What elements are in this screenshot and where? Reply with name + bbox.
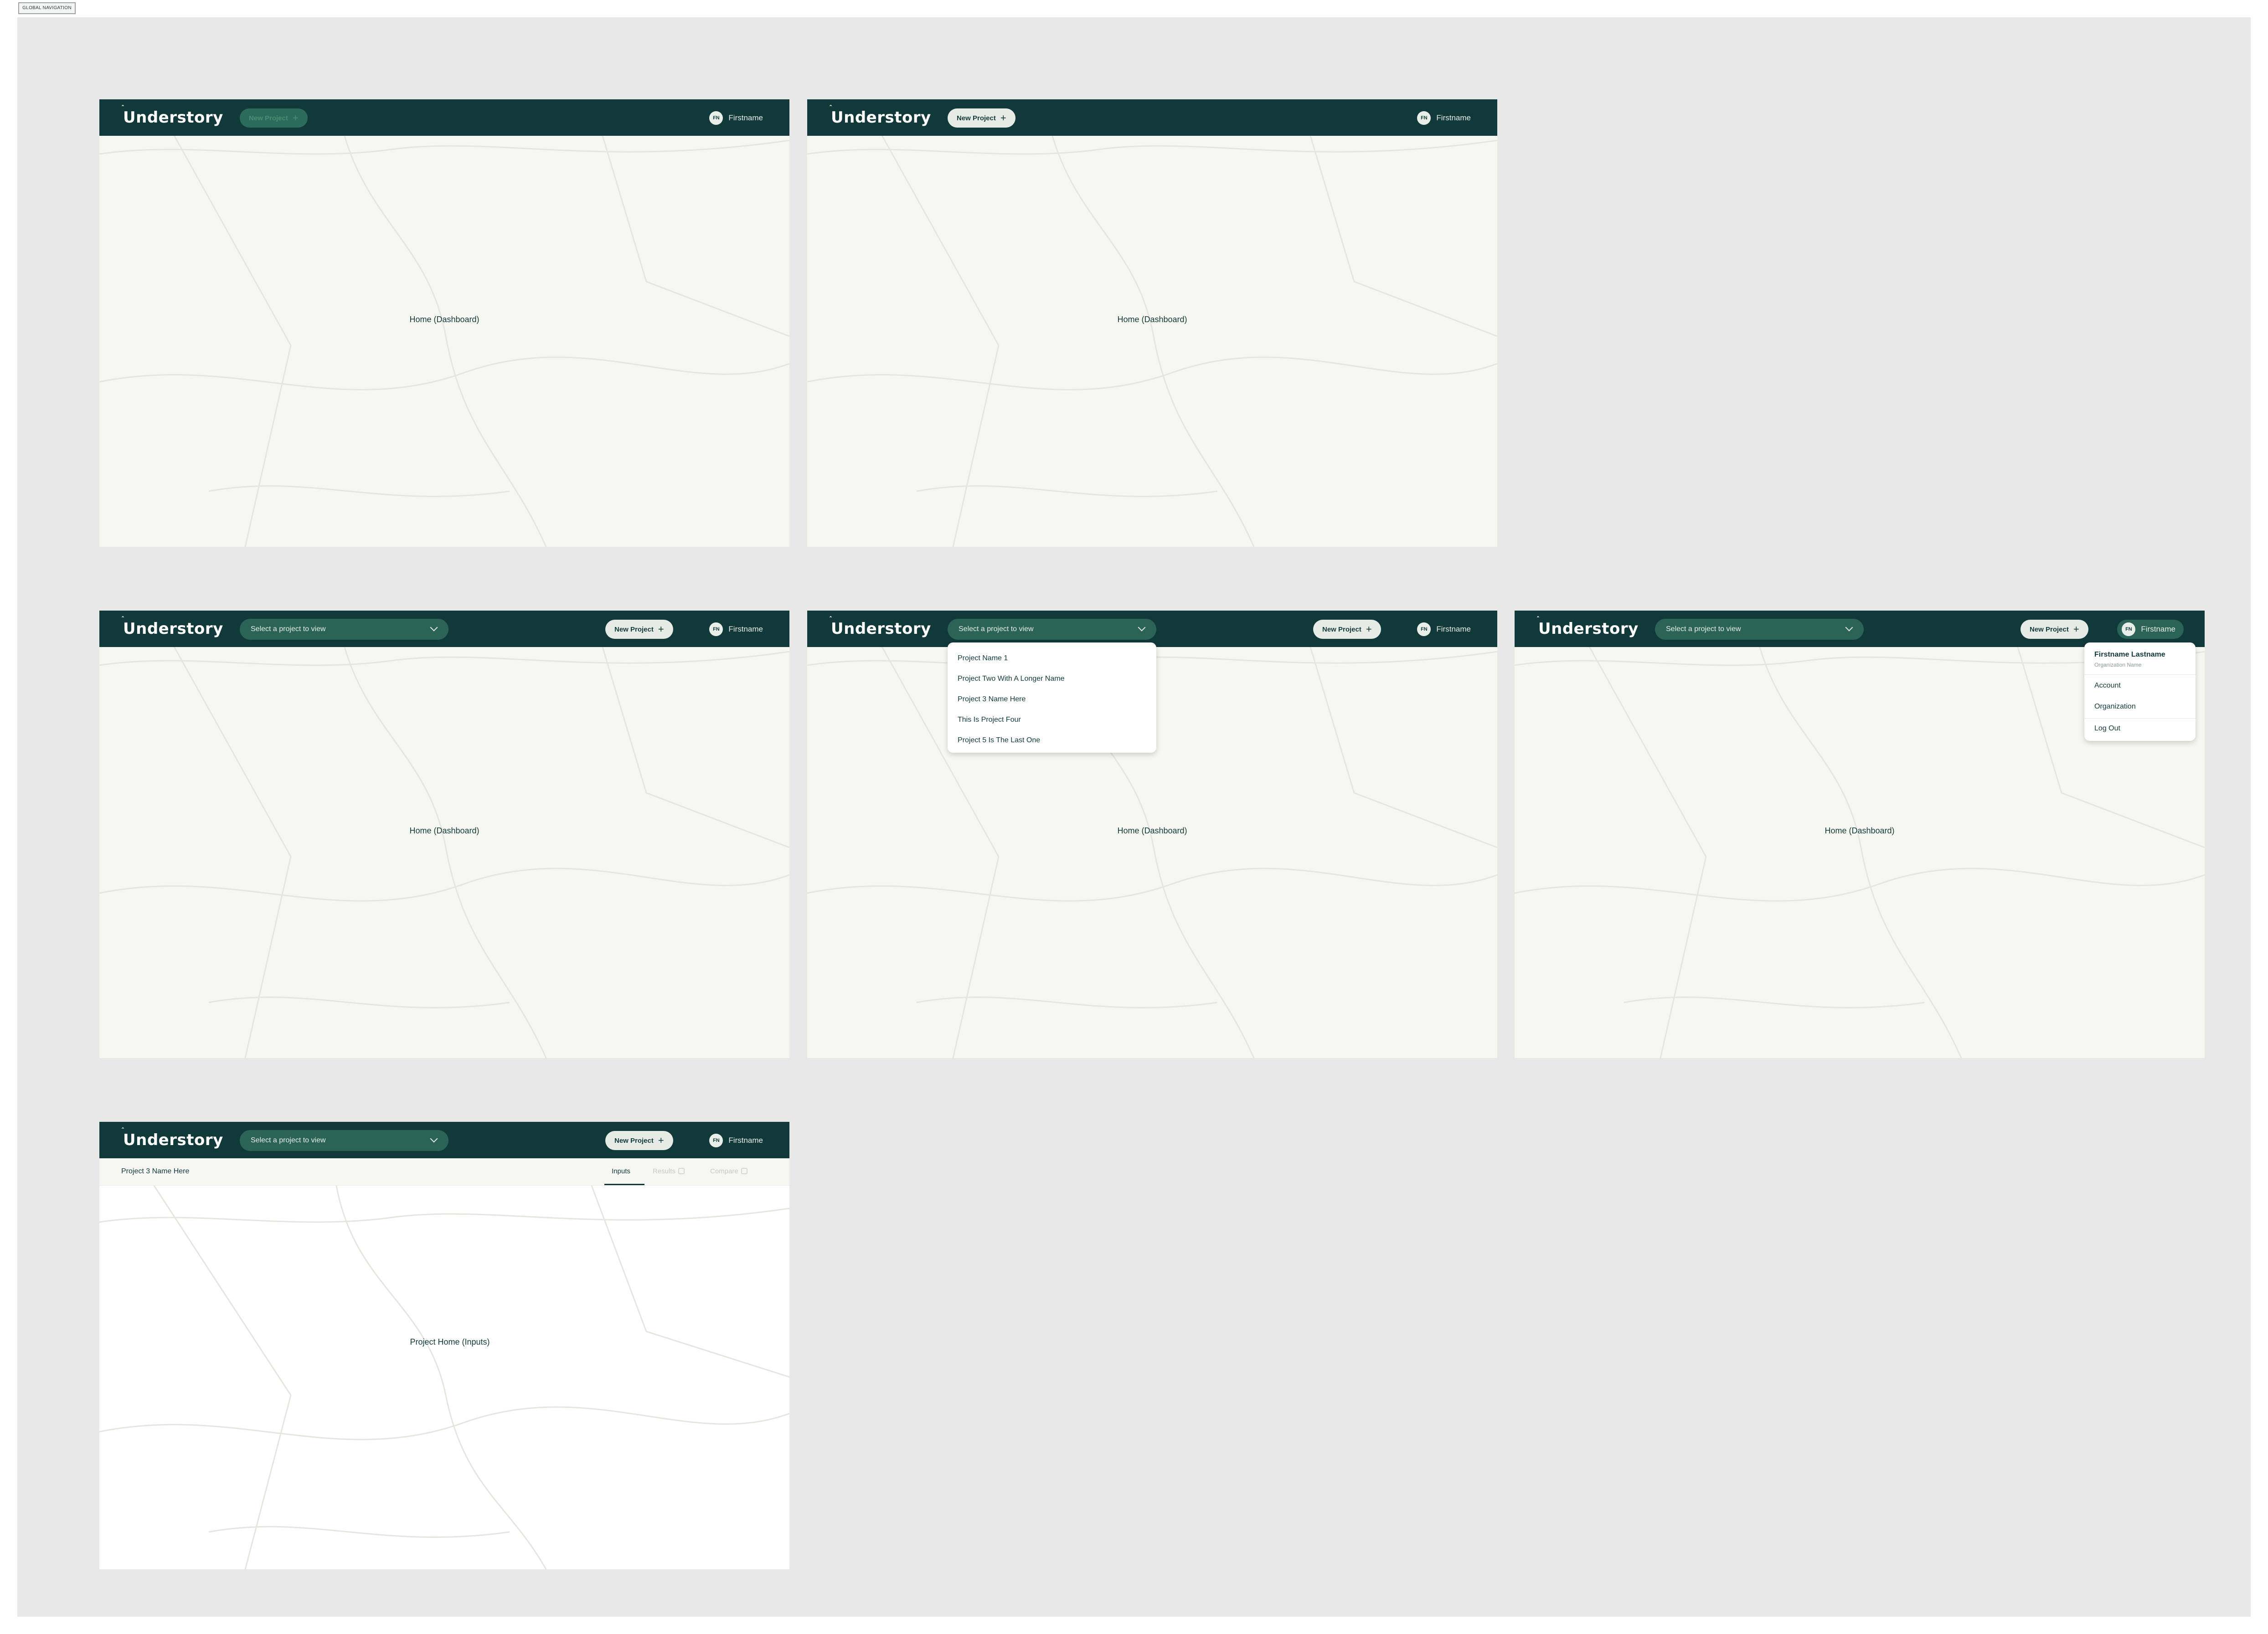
menu-item-account[interactable]: Account: [2094, 682, 2121, 690]
page-placeholder-label: Home (Dashboard): [409, 826, 479, 835]
project-option[interactable]: Project Two With A Longer Name: [948, 668, 1156, 689]
sprout-icon: ˆ: [121, 105, 125, 112]
project-select[interactable]: Select a project to view: [1655, 619, 1864, 640]
user-menu-trigger[interactable]: FN Firstname: [1417, 108, 1471, 128]
brand-logo[interactable]: ˆ Understory: [121, 616, 223, 638]
sprout-icon: ˆ: [1536, 616, 1540, 623]
new-project-button[interactable]: New Project +: [605, 620, 673, 639]
frame-label: GLOBAL NAVIGATION: [18, 2, 76, 14]
top-navigation: ˆ Understory Select a project to view New…: [99, 1122, 789, 1158]
plus-icon: +: [2073, 623, 2079, 635]
tab-results[interactable]: Results: [653, 1167, 685, 1175]
active-tab-indicator: [604, 1184, 644, 1185]
user-menu-trigger[interactable]: FN Firstname: [709, 1131, 763, 1150]
brand-logo[interactable]: ˆ Understory: [829, 616, 931, 638]
design-canvas: ˆ Understory New Project + FN Firstname Hom…: [17, 17, 2251, 1617]
page-placeholder-label: Home (Dashboard): [1117, 315, 1187, 324]
project-select[interactable]: Select a project to view: [240, 1130, 448, 1151]
project-dropdown-menu: Project Name 1 Project Two With A Longer…: [948, 642, 1156, 753]
plus-icon: +: [1000, 112, 1006, 123]
tab-compare[interactable]: Compare: [710, 1167, 747, 1175]
project-option[interactable]: Project 3 Name Here: [948, 689, 1156, 709]
top-navigation: ˆ Understory Select a project to view New…: [1515, 611, 2205, 647]
new-project-button[interactable]: New Project +: [2021, 620, 2088, 639]
top-navigation: ˆ Understory Select a project to view New…: [99, 611, 789, 647]
page-placeholder-label: Home (Dashboard): [1117, 826, 1187, 835]
chevron-down-icon: [1138, 623, 1146, 632]
avatar: FN: [709, 622, 723, 636]
screen-home-new-project: ˆ Understory New Project + FN Firstname Hom…: [807, 99, 1497, 547]
avatar: FN: [1417, 622, 1431, 636]
brand-logo[interactable]: ˆ Understory: [1536, 616, 1639, 638]
new-project-button[interactable]: New Project +: [948, 108, 1015, 128]
avatar: FN: [709, 111, 723, 125]
project-option[interactable]: Project Name 1: [948, 648, 1156, 668]
chevron-down-icon: [430, 623, 438, 632]
page-placeholder-label: Project Home (Inputs): [410, 1337, 490, 1346]
tab-inputs[interactable]: Inputs: [612, 1167, 630, 1175]
top-navigation: ˆ Understory New Project + FN Firstname: [99, 99, 789, 136]
brand-logo[interactable]: ˆ Understory: [121, 105, 223, 127]
project-subnav: Project 3 Name Here Inputs Results Compa…: [99, 1158, 789, 1186]
top-navigation: ˆ Understory New Project + FN Firstname: [807, 99, 1497, 136]
menu-item-log-out[interactable]: Log Out: [2094, 725, 2120, 733]
menu-item-organization[interactable]: Organization: [2094, 703, 2136, 711]
user-menu-trigger[interactable]: FN Firstname: [709, 620, 763, 639]
sprout-icon: ˆ: [829, 105, 833, 112]
screen-project-home: ˆ Understory Select a project to view New…: [99, 1122, 789, 1569]
top-navigation: ˆ Understory Select a project to view New…: [807, 611, 1497, 647]
page-placeholder-label: Home (Dashboard): [1825, 826, 1895, 835]
project-select[interactable]: Select a project to view: [240, 619, 448, 640]
sprout-icon: ˆ: [121, 616, 125, 623]
user-menu-trigger[interactable]: FN Firstname: [2117, 620, 2184, 639]
lock-icon: [741, 1168, 747, 1174]
screen-project-dropdown-open: ˆ Understory Select a project to view New…: [807, 611, 1497, 1058]
user-menu-trigger[interactable]: FN Firstname: [1417, 620, 1471, 639]
chevron-down-icon: [430, 1135, 438, 1143]
project-option[interactable]: This Is Project Four: [948, 709, 1156, 730]
screen-home-new-project-hover: ˆ Understory New Project + FN Firstname Hom…: [99, 99, 789, 547]
screen-user-menu-open: ˆ Understory Select a project to view New…: [1515, 611, 2205, 1058]
sprout-icon: ˆ: [829, 616, 833, 623]
plus-icon: +: [658, 1135, 664, 1146]
brand-logo[interactable]: ˆ Understory: [829, 105, 931, 127]
organization-name: Organization Name: [2094, 662, 2142, 668]
avatar: FN: [1417, 111, 1431, 125]
plus-icon: +: [292, 112, 299, 123]
divider: [2084, 718, 2196, 719]
project-select[interactable]: Select a project to view: [948, 619, 1156, 640]
new-project-button[interactable]: New Project +: [240, 108, 308, 128]
screen-home-with-select: ˆ Understory Select a project to view New…: [99, 611, 789, 1058]
new-project-button[interactable]: New Project +: [605, 1131, 673, 1150]
project-option[interactable]: Project 5 Is The Last One: [948, 730, 1156, 750]
new-project-button[interactable]: New Project +: [1313, 620, 1381, 639]
sprout-icon: ˆ: [121, 1127, 125, 1135]
user-menu-trigger[interactable]: FN Firstname: [709, 108, 763, 128]
user-dropdown-menu: Firstname Lastname Organization Name Acc…: [2084, 642, 2196, 741]
avatar: FN: [2122, 622, 2136, 636]
chevron-down-icon: [1845, 623, 1853, 632]
page-placeholder-label: Home (Dashboard): [409, 315, 479, 324]
project-title: Project 3 Name Here: [121, 1167, 190, 1175]
plus-icon: +: [658, 623, 664, 635]
avatar: FN: [709, 1134, 723, 1147]
brand-logo[interactable]: ˆ Understory: [121, 1127, 223, 1149]
plus-icon: +: [1366, 623, 1372, 635]
divider: [2084, 674, 2196, 675]
lock-icon: [678, 1168, 685, 1174]
user-full-name: Firstname Lastname: [2094, 651, 2165, 658]
